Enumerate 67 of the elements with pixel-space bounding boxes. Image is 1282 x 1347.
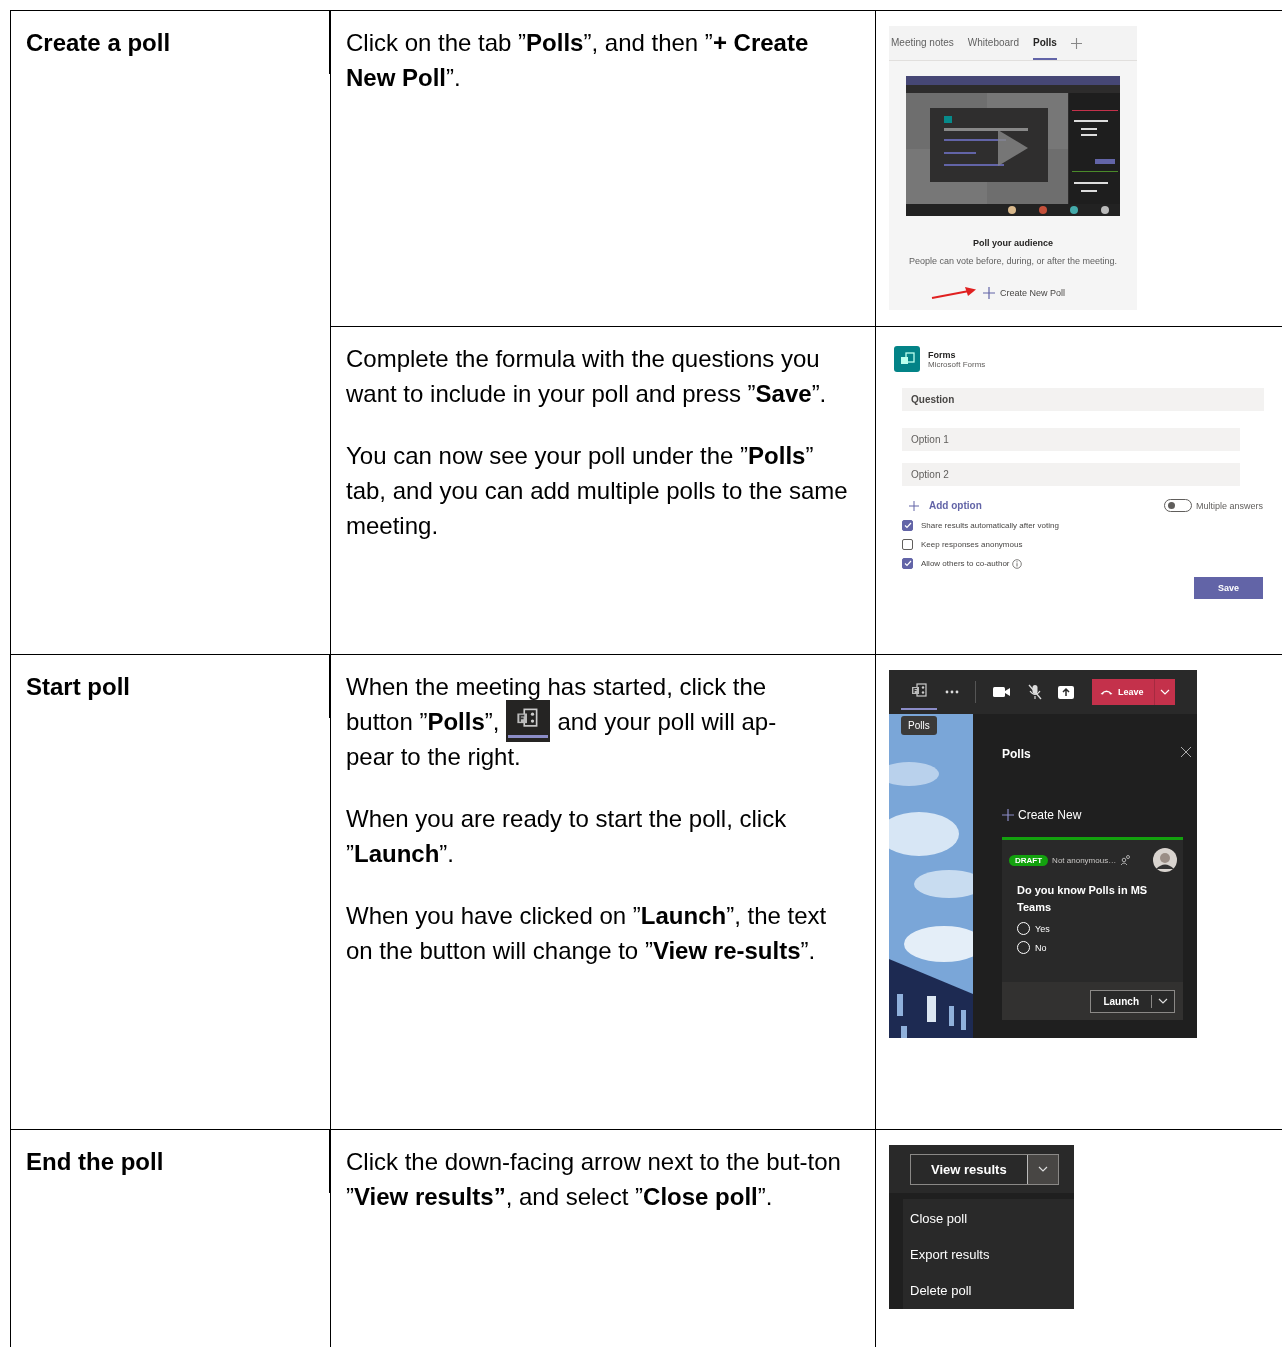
anonymity-label: Not anonymous… [1052,855,1117,865]
phone-icon [1100,689,1113,695]
polls-icon [911,683,927,699]
menu-item[interactable]: Delete poll [903,1275,979,1311]
instruction-text: pear to the right. [346,742,521,772]
panel-description: People can vote before, during, or after the meeting. [908,256,1118,266]
poll-question: Do you know Polls in MS Teams [1016,883,1149,915]
camera-icon[interactable] [993,686,1011,698]
checkbox-label: Allow others to co-author [921,559,1010,568]
row-title: Start poll [11,655,330,718]
close-icon[interactable] [1181,747,1191,757]
view-results-button[interactable]: View results [910,1153,1059,1185]
checkbox[interactable] [902,558,913,569]
instruction-text: When you are ready to start the poll, click ”Launch”. [346,804,788,869]
tab[interactable]: Whiteboard [967,26,1019,60]
checkbox[interactable] [902,539,913,550]
instruction-text: and your poll will ap- [557,707,777,737]
share-icon[interactable] [1058,685,1074,699]
plus-icon [1002,809,1014,821]
instruction-text: When the meeting has started, click the [346,672,767,702]
status-badge: DRAFT [1009,854,1049,866]
instruction-text: You can now see your poll under the ”Polls” tab, and you can add multiple polls to the same meeting. [346,441,849,541]
instruction-text: Click the down-facing arrow next to the but-ton ”View results”, and select ”Close poll”. [346,1147,842,1212]
more-icon[interactable] [945,690,959,694]
option-label: No [1035,942,1047,953]
info-icon [1011,558,1022,569]
polls-icon [516,708,539,730]
chevron-down-icon [1158,998,1168,1004]
instruction-text: When you have clicked on ”Launch”, the text on the button will change to ”View re-sults”. [346,901,828,966]
option-field[interactable]: Option 2 [902,463,1240,486]
checkbox-label: Keep responses anonymous [921,540,1023,549]
panel-title: Polls [1002,747,1031,761]
plus-icon [909,500,919,511]
launch-button[interactable]: Launch [1090,989,1175,1013]
avatar [1153,848,1177,872]
leave-button[interactable]: Leave [1092,679,1175,705]
tab[interactable]: Meeting notes [891,26,954,60]
toggle-label: Multiple answers [1195,500,1263,511]
menu-item[interactable]: Close poll [903,1203,975,1239]
plus-icon [983,287,995,299]
row-title: End the poll [11,1130,330,1193]
option-label: Yes [1035,923,1050,934]
menu-item[interactable]: Export results [903,1239,997,1275]
save-button[interactable]: Save [1194,577,1263,599]
forms-app-icon [894,346,920,372]
checkbox-label: Share results automatically after voting [921,521,1059,530]
tooltip: Polls [901,716,937,735]
option-field[interactable]: Option 1 [902,428,1240,451]
instruction-text: Complete the formula with the questions you want to include in your poll and press ”Save”. [346,344,828,409]
instruction-text: button ”Polls”, [346,707,500,737]
app-subtitle: Microsoft Forms [928,359,986,369]
mic-off-icon[interactable] [1028,684,1042,700]
chevron-down-icon [1159,689,1170,695]
plus-icon [1070,37,1082,49]
instruction-text: Click on the tab ”Polls”, and then ”+ Create New Poll”. [346,28,810,93]
create-poll-button[interactable]: Create New Poll [983,287,1065,299]
row-title: Create a poll [11,11,330,74]
add-option-button[interactable]: Add option [909,500,982,511]
tab[interactable]: Polls [1032,26,1057,60]
app-name: Forms [928,349,957,360]
arrow-icon [931,286,977,300]
chevron-down-icon [1037,1166,1048,1172]
panel-heading: Poll your audience [973,238,1053,248]
question-field[interactable]: Question [902,388,1264,411]
create-new-button[interactable]: Create New [1002,808,1082,822]
people-icon [1120,855,1132,865]
checkbox[interactable] [902,520,913,531]
